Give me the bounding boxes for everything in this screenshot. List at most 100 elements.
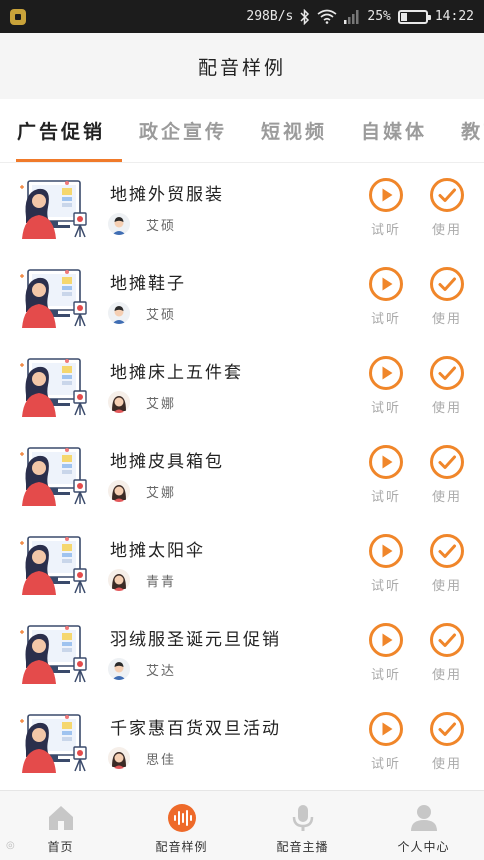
nav-item-0[interactable]: 首页 — [0, 791, 121, 860]
play-icon — [366, 355, 406, 391]
listen-button[interactable]: 试听 — [366, 444, 406, 505]
use-button[interactable]: 使用 — [427, 711, 467, 772]
listen-button[interactable]: 试听 — [366, 711, 406, 772]
sample-title: 羽绒服圣诞元旦促销 — [110, 630, 281, 650]
use-label: 使用 — [431, 757, 462, 772]
sample-thumbnail — [18, 177, 90, 239]
listen-label: 试听 — [370, 668, 401, 683]
author-name: 艾硕 — [146, 219, 177, 234]
sample-thumbnail — [18, 711, 90, 773]
tab-4[interactable]: 教育 — [444, 99, 484, 162]
author-name: 艾达 — [146, 664, 177, 679]
nav-item-2[interactable]: 配音主播 — [242, 791, 363, 860]
check-icon — [427, 533, 467, 569]
tab-1[interactable]: 政企宣传 — [122, 99, 244, 162]
list-item[interactable]: 千家惠百货双旦活动 思佳 试听 使用 — [0, 697, 484, 786]
list-item[interactable]: 地摊鞋子 艾硕 试听 使用 — [0, 252, 484, 341]
app-notification-icon — [10, 8, 26, 25]
sample-thumbnail — [18, 355, 90, 417]
sample-thumbnail — [18, 444, 90, 506]
sample-thumbnail — [18, 533, 90, 595]
author-name: 思佳 — [146, 753, 177, 768]
avatar — [108, 302, 130, 324]
wifi-icon — [317, 9, 337, 24]
list-item[interactable]: 地摊皮具箱包 艾娜 试听 使用 — [0, 430, 484, 519]
listen-label: 试听 — [370, 401, 401, 416]
avatar — [108, 213, 130, 235]
tab-2[interactable]: 短视频 — [244, 99, 344, 162]
sample-thumbnail — [18, 622, 90, 684]
check-icon — [427, 444, 467, 480]
sample-thumbnail — [18, 266, 90, 328]
nav-item-1[interactable]: 配音样例 — [121, 791, 242, 860]
avatar — [108, 747, 130, 769]
nav-label: 个人中心 — [397, 840, 450, 854]
sample-title: 地摊皮具箱包 — [110, 452, 224, 472]
author-name: 艾娜 — [146, 486, 177, 501]
play-icon — [366, 444, 406, 480]
play-icon — [366, 622, 406, 658]
page-title: 配音样例 — [197, 56, 286, 79]
use-button[interactable]: 使用 — [427, 177, 467, 238]
clock: 14:22 — [434, 9, 474, 24]
avatar — [108, 391, 130, 413]
battery-percent: 25% — [367, 9, 391, 24]
nav-item-3[interactable]: 个人中心 — [363, 791, 484, 860]
watermark-logo: ◎ — [6, 840, 15, 851]
use-button[interactable]: 使用 — [427, 533, 467, 594]
listen-label: 试听 — [370, 490, 401, 505]
net-speed: 298B/s — [246, 9, 294, 24]
use-label: 使用 — [431, 223, 462, 238]
author-name: 艾娜 — [146, 397, 177, 412]
use-label: 使用 — [431, 668, 462, 683]
listen-label: 试听 — [370, 579, 401, 594]
bottom-nav: 首页 配音样例 配音主播 个人中心 — [0, 790, 484, 860]
nav-label: 首页 — [47, 840, 74, 854]
category-tabs: 广告促销政企宣传短视频自媒体教育 — [0, 99, 484, 163]
avatar — [108, 569, 130, 591]
play-icon — [366, 266, 406, 302]
listen-button[interactable]: 试听 — [366, 355, 406, 416]
list-item[interactable]: 地摊太阳伞 青青 试听 使用 — [0, 519, 484, 608]
play-icon — [366, 533, 406, 569]
avatar — [108, 658, 130, 680]
use-button[interactable]: 使用 — [427, 355, 467, 416]
use-label: 使用 — [431, 490, 462, 505]
check-icon — [427, 711, 467, 747]
signal-icon — [344, 9, 360, 24]
list-item[interactable]: 地摊床上五件套 艾娜 试听 使用 — [0, 341, 484, 430]
home-icon — [46, 803, 76, 833]
battery-icon — [397, 9, 431, 24]
use-label: 使用 — [431, 312, 462, 327]
use-button[interactable]: 使用 — [427, 622, 467, 683]
list-item[interactable]: 羽绒服圣诞元旦促销 艾达 试听 使用 — [0, 608, 484, 697]
sample-title: 地摊太阳伞 — [110, 541, 205, 561]
check-icon — [427, 177, 467, 213]
listen-button[interactable]: 试听 — [366, 266, 406, 327]
tab-3[interactable]: 自媒体 — [344, 99, 444, 162]
user-icon — [409, 803, 439, 833]
sample-list: 地摊外贸服装 艾硕 试听 使用 地摊鞋子 艾硕 试听 使用 地摊床上五件套 艾娜… — [0, 163, 484, 786]
play-icon — [366, 177, 406, 213]
nav-label: 配音主播 — [276, 840, 329, 854]
listen-button[interactable]: 试听 — [366, 622, 406, 683]
listen-button[interactable]: 试听 — [366, 533, 406, 594]
check-icon — [427, 355, 467, 391]
use-label: 使用 — [431, 579, 462, 594]
use-button[interactable]: 使用 — [427, 266, 467, 327]
use-button[interactable]: 使用 — [427, 444, 467, 505]
sample-title: 地摊外贸服装 — [110, 185, 224, 205]
tab-0[interactable]: 广告促销 — [0, 99, 123, 162]
avatar — [108, 480, 130, 502]
sample-title: 地摊鞋子 — [110, 274, 186, 294]
listen-label: 试听 — [370, 757, 401, 772]
check-icon — [427, 622, 467, 658]
status-bar: 298B/s 25% 14:22 — [0, 0, 484, 33]
microphone-icon — [288, 803, 318, 833]
sample-title: 地摊床上五件套 — [110, 363, 243, 383]
listen-button[interactable]: 试听 — [366, 177, 406, 238]
list-item[interactable]: 地摊外贸服装 艾硕 试听 使用 — [0, 163, 484, 252]
status-right: 298B/s 25% 14:22 — [246, 8, 474, 25]
author-name: 青青 — [146, 575, 177, 590]
listen-label: 试听 — [370, 223, 401, 238]
